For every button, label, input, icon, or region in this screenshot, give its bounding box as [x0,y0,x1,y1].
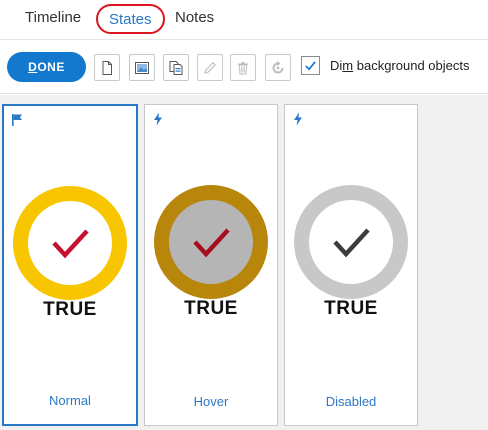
state-value: TRUE [324,298,378,319]
new-state-icon [102,60,112,75]
state-card-normal[interactable]: TRUE Normal [2,104,138,426]
done-label-mnemonic: D [28,60,38,74]
state-badge [154,185,268,299]
lightning-icon [294,112,302,126]
state-card-hover[interactable]: TRUE Hover [144,104,278,426]
reset-button[interactable] [265,54,291,81]
delete-button[interactable] [230,54,256,81]
image-icon [135,61,149,74]
state-label-disabled: Disabled [325,394,377,409]
duplicate-button[interactable] [163,54,189,81]
dim-label-mnemonic: m [342,58,354,73]
states-panel: TRUE Normal TRUE Hover TRUE Disabled [0,95,488,430]
delete-icon [238,61,248,74]
edit-button[interactable] [197,54,223,81]
tab-timeline[interactable]: Timeline [25,9,81,26]
states-toolbar: D ONE Dim background objects [0,40,488,94]
duplicate-icon [169,60,183,75]
done-button[interactable]: D ONE [7,52,86,82]
checkmark-icon [305,61,316,71]
checkmark-icon [333,228,370,258]
checkmark-icon [52,229,89,259]
state-badge [294,185,408,299]
done-label-rest: ONE [37,60,65,74]
state-badge [13,186,127,300]
tab-bar: Timeline States Notes [0,0,488,40]
state-value: TRUE [184,298,238,319]
lightning-icon [154,112,162,126]
dim-label-pre: Di [330,58,343,73]
dim-label-post: background objects [353,58,470,73]
state-label-hover: Hover [193,394,229,409]
image-button[interactable] [129,54,155,81]
tab-notes[interactable]: Notes [175,9,214,26]
reset-icon [272,60,284,73]
state-label-normal: Normal [49,393,91,408]
flag-icon [12,114,22,126]
tab-states[interactable]: States [96,4,165,34]
state-card-disabled[interactable]: TRUE Disabled [284,104,418,426]
edit-icon [204,61,216,74]
dim-background-label: Dim background objects [330,58,469,73]
new-state-button[interactable] [94,54,120,81]
dim-background-checkbox[interactable] [301,56,320,75]
state-value: TRUE [43,299,97,320]
checkmark-icon [193,228,230,258]
